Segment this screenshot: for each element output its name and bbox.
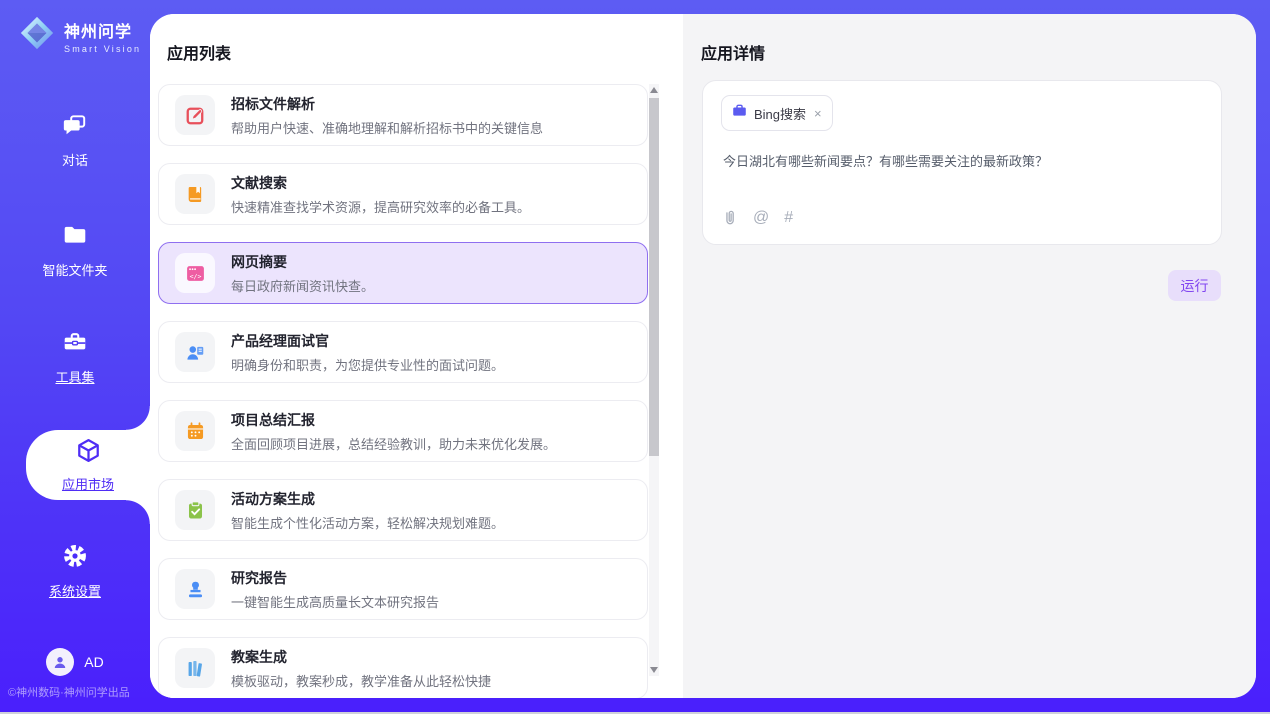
app-name: 产品经理面试官 xyxy=(231,331,504,351)
app-name: 研究报告 xyxy=(231,568,439,588)
prompt-toolbar: @ # xyxy=(721,209,793,226)
app-description: 明确身份和职责，为您提供专业性的面试问题。 xyxy=(231,355,504,374)
app-description: 一键智能生成高质量长文本研究报告 xyxy=(231,592,439,611)
app-description: 模板驱动，教案秒成，教学准备从此轻松快捷 xyxy=(231,671,491,690)
app-description: 全面回顾项目进展，总结经验教训，助力未来优化发展。 xyxy=(231,434,556,453)
scrollbar[interactable] xyxy=(649,84,659,676)
app-name: 活动方案生成 xyxy=(231,489,504,509)
hash-tag-icon[interactable]: # xyxy=(784,210,793,226)
active-tab-bottom-curve xyxy=(126,500,150,524)
brand-title: 神州问学 xyxy=(64,18,141,42)
app-description: 每日政府新闻资讯快查。 xyxy=(231,276,374,295)
user-name: AD xyxy=(84,654,103,670)
sidebar-item-label: 对话 xyxy=(62,150,88,169)
report-icon xyxy=(175,569,215,609)
app-name: 项目总结汇报 xyxy=(231,410,556,430)
brand-subtitle: Smart Vision xyxy=(64,44,141,54)
sidebar-item-label: 应用市场 xyxy=(62,474,114,493)
sidebar-item-system-settings[interactable]: 系统设置 xyxy=(0,543,150,600)
app-description: 快速精准查找学术资源，提高研究效率的必备工具。 xyxy=(231,197,530,216)
edit-square-icon xyxy=(175,95,215,135)
close-icon[interactable]: × xyxy=(814,107,822,120)
copyright-text: ©神州数码·神州问学出品 xyxy=(8,684,130,700)
sidebar-item-label: 工具集 xyxy=(55,367,94,386)
book-icon xyxy=(175,174,215,214)
tool-tag-label: Bing搜索 xyxy=(754,104,806,123)
run-button[interactable]: 运行 xyxy=(1168,270,1221,301)
sidebar-item-label: 系统设置 xyxy=(49,581,101,600)
app-name: 文献搜索 xyxy=(231,173,530,193)
scrollbar-thumb[interactable] xyxy=(649,98,659,456)
gear-icon xyxy=(62,543,88,574)
app-name: 网页摘要 xyxy=(231,252,374,272)
sidebar-item-label: 智能文件夹 xyxy=(42,260,107,279)
active-tab-top-curve xyxy=(126,406,150,430)
folder-icon xyxy=(62,222,88,253)
user-account[interactable]: AD xyxy=(0,648,150,676)
at-mention-icon[interactable]: @ xyxy=(753,210,769,226)
sidebar-item-smart-folder[interactable]: 智能文件夹 xyxy=(0,222,150,279)
app-card[interactable]: 教案生成 模板驱动，教案秒成，教学准备从此轻松快捷 xyxy=(158,637,648,698)
sidebar-item-toolset[interactable]: 工具集 xyxy=(0,329,150,386)
briefcase-icon xyxy=(732,103,747,123)
app-description: 帮助用户快速、准确地理解和解析招标书中的关键信息 xyxy=(231,118,543,137)
scrollbar-up-arrow-icon[interactable] xyxy=(650,87,658,93)
svg-text:</>: </> xyxy=(189,272,201,280)
app-list-title: 应用列表 xyxy=(167,40,231,64)
scrollbar-down-arrow-icon[interactable] xyxy=(650,667,658,673)
books-icon xyxy=(175,648,215,688)
brand-logo: 神州问学 Smart Vision xyxy=(18,14,141,57)
app-card[interactable]: 文献搜索 快速精准查找学术资源，提高研究效率的必备工具。 xyxy=(158,163,648,225)
sidebar: 神州问学 Smart Vision 对话 智能文件夹 工具集 应用市场 系统设置… xyxy=(0,0,150,714)
app-card[interactable]: 产品经理面试官 明确身份和职责，为您提供专业性的面试问题。 xyxy=(158,321,648,383)
browser-code-icon: </> xyxy=(175,253,215,293)
app-detail-panel: 应用详情 Bing搜索 × 今日湖北有哪些新闻要点？有哪些需要关注的最新政策？ … xyxy=(683,14,1256,698)
app-name: 招标文件解析 xyxy=(231,94,543,114)
calendar-icon xyxy=(175,411,215,451)
paperclip-icon[interactable] xyxy=(721,209,738,226)
app-card[interactable]: 项目总结汇报 全面回顾项目进展，总结经验教训，助力未来优化发展。 xyxy=(158,400,648,462)
cube-icon xyxy=(75,437,102,469)
main-content: 应用列表 招标文件解析 帮助用户快速、准确地理解和解析招标书中的关键信息 文献搜… xyxy=(150,14,1256,698)
app-list: 招标文件解析 帮助用户快速、准确地理解和解析招标书中的关键信息 文献搜索 快速精… xyxy=(158,84,648,698)
chat-icon xyxy=(62,112,88,143)
sidebar-item-app-market[interactable]: 应用市场 xyxy=(26,430,150,500)
clipboard-check-icon xyxy=(175,490,215,530)
app-description: 智能生成个性化活动方案，轻松解决规划难题。 xyxy=(231,513,504,532)
app-name: 教案生成 xyxy=(231,647,491,667)
app-card[interactable]: </> 网页摘要 每日政府新闻资讯快查。 xyxy=(158,242,648,304)
toolbox-icon xyxy=(62,329,88,360)
tool-tag-bing-search[interactable]: Bing搜索 × xyxy=(721,95,833,131)
sidebar-item-chat[interactable]: 对话 xyxy=(0,112,150,169)
app-detail-title: 应用详情 xyxy=(701,40,765,64)
prompt-card: Bing搜索 × 今日湖北有哪些新闻要点？有哪些需要关注的最新政策？ @ # xyxy=(702,80,1222,245)
app-card[interactable]: 活动方案生成 智能生成个性化活动方案，轻松解决规划难题。 xyxy=(158,479,648,541)
app-list-panel: 应用列表 招标文件解析 帮助用户快速、准确地理解和解析招标书中的关键信息 文献搜… xyxy=(150,14,683,698)
app-card[interactable]: 招标文件解析 帮助用户快速、准确地理解和解析招标书中的关键信息 xyxy=(158,84,648,146)
user-avatar-icon xyxy=(46,648,74,676)
app-card[interactable]: 研究报告 一键智能生成高质量长文本研究报告 xyxy=(158,558,648,620)
prompt-input[interactable]: 今日湖北有哪些新闻要点？有哪些需要关注的最新政策？ xyxy=(723,151,1201,170)
brand-diamond-icon xyxy=(18,14,56,57)
interviewer-icon xyxy=(175,332,215,372)
